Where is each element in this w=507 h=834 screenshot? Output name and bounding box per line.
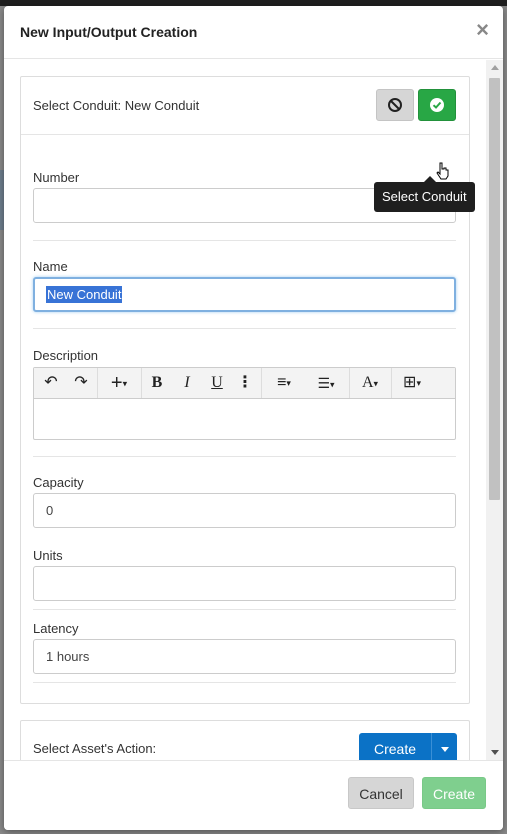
modal-body: Select Conduit: New Conduit Number Name … — [4, 60, 503, 760]
units-label: Units — [33, 548, 63, 563]
clear-conduit-button[interactable] — [376, 89, 414, 121]
list-icon: ☰ — [317, 375, 331, 391]
scrollbar-thumb[interactable] — [489, 78, 500, 500]
cancel-button[interactable]: Cancel — [348, 777, 414, 809]
align-left-icon: ≡ — [277, 374, 287, 392]
divider — [33, 240, 456, 241]
font-icon: A — [361, 374, 374, 391]
description-editor: ↶ ↷ +▾ B I U ⋮ ≡▾ ☰▾ A▾ ⊞▾ — [33, 367, 456, 440]
align-dropdown-icon[interactable]: ≡▾ — [264, 368, 304, 398]
bold-icon[interactable]: B — [142, 368, 172, 398]
select-conduit-label: Select Conduit: New Conduit — [33, 98, 200, 113]
ban-icon — [388, 98, 402, 112]
font-dropdown-icon[interactable]: A▾ — [352, 368, 388, 398]
table-dropdown-icon[interactable]: ⊞▾ — [394, 368, 430, 398]
underline-icon[interactable]: U — [202, 368, 232, 398]
modal-dialog: New Input/Output Creation × Select Condu… — [4, 6, 503, 830]
select-conduit-tooltip: Select Conduit — [374, 176, 475, 212]
modal-title: New Input/Output Creation — [20, 24, 198, 40]
chevron-down-icon: ▾ — [122, 378, 128, 389]
check-circle-icon — [430, 98, 444, 112]
name-label: Name — [33, 259, 68, 274]
latency-label: Latency — [33, 621, 79, 636]
toolbar-separator — [349, 368, 350, 398]
name-input[interactable]: New Conduit — [33, 277, 456, 312]
latency-input[interactable]: 1 hours — [33, 639, 456, 674]
conduit-panel-header: Select Conduit: New Conduit — [21, 77, 469, 135]
more-icon[interactable]: ⋮ — [232, 368, 258, 398]
hand-cursor-icon — [436, 162, 449, 180]
plus-icon: + — [110, 372, 123, 394]
name-input-value: New Conduit — [46, 286, 123, 303]
number-label: Number — [33, 170, 80, 185]
toolbar-separator — [261, 368, 262, 398]
scroll-up-icon[interactable] — [491, 65, 499, 70]
capacity-input[interactable]: 0 — [33, 493, 456, 528]
italic-icon[interactable]: I — [172, 368, 202, 398]
create-action-button[interactable]: Create — [359, 733, 431, 760]
select-conduit-button[interactable] — [418, 89, 456, 121]
insert-dropdown-icon[interactable]: +▾ — [98, 368, 140, 398]
description-text-area[interactable] — [34, 399, 455, 439]
close-icon[interactable]: × — [476, 19, 489, 41]
divider — [33, 328, 456, 329]
divider — [33, 682, 456, 683]
list-dropdown-icon[interactable]: ☰▾ — [306, 368, 346, 398]
conduit-panel: Select Conduit: New Conduit Number Name … — [20, 76, 470, 704]
chevron-down-icon: ▾ — [286, 378, 291, 388]
chevron-down-icon: ▾ — [330, 379, 335, 390]
modal-scrollbar[interactable] — [486, 60, 503, 760]
table-icon: ⊞ — [403, 374, 417, 392]
asset-action-label: Select Asset's Action: — [33, 741, 157, 756]
units-input[interactable] — [33, 566, 456, 601]
description-label: Description — [33, 348, 99, 363]
create-dropdown-toggle[interactable] — [431, 733, 457, 760]
undo-icon[interactable]: ↶ — [36, 368, 66, 398]
chevron-down-icon: ▾ — [416, 378, 421, 388]
editor-toolbar: ↶ ↷ +▾ B I U ⋮ ≡▾ ☰▾ A▾ ⊞▾ — [34, 368, 455, 399]
create-button[interactable]: Create — [422, 777, 486, 809]
modal-header: New Input/Output Creation × — [4, 6, 503, 59]
chevron-down-icon: ▾ — [373, 378, 379, 389]
divider — [33, 609, 456, 610]
divider — [33, 456, 456, 457]
toolbar-separator — [391, 368, 392, 398]
create-split-button: Create — [359, 733, 457, 760]
asset-action-panel: Select Asset's Action: Create — [20, 720, 470, 760]
redo-icon[interactable]: ↷ — [66, 368, 96, 398]
capacity-label: Capacity — [33, 475, 84, 490]
modal-footer: Cancel Create — [4, 760, 503, 830]
scroll-down-icon[interactable] — [491, 750, 499, 755]
